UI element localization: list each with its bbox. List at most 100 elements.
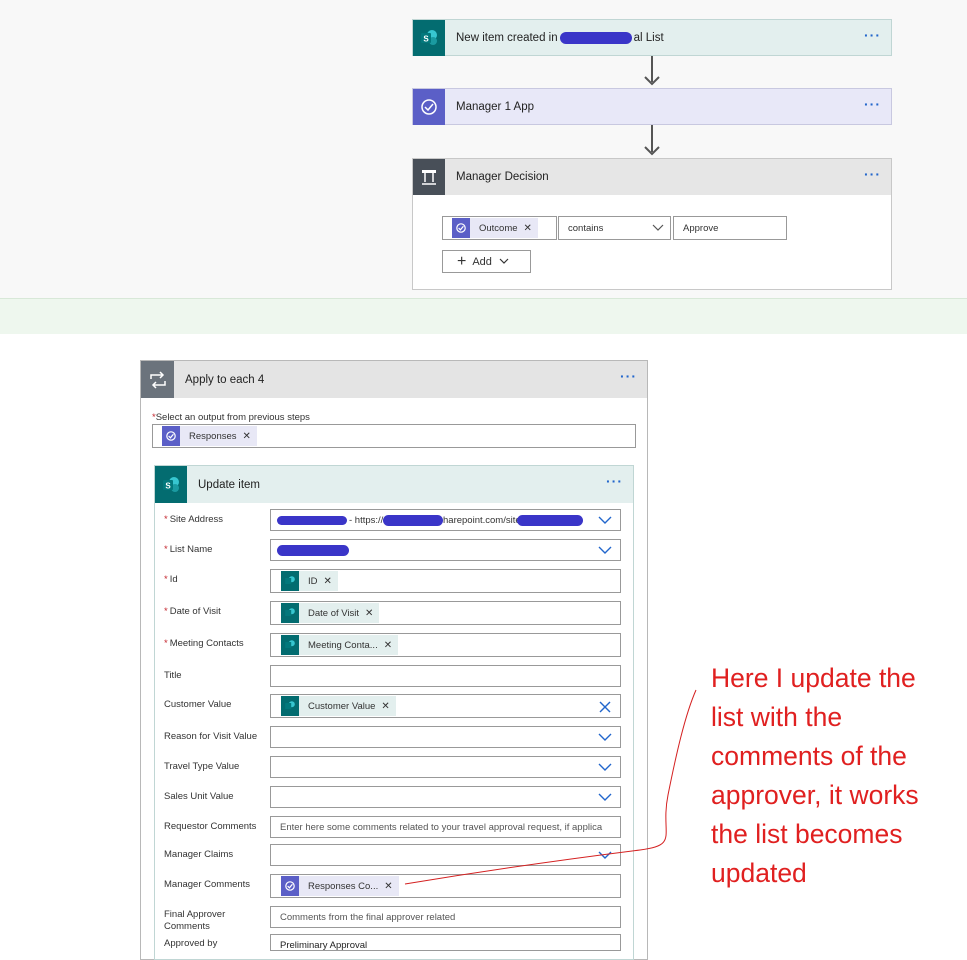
sharepoint-icon: S (413, 20, 445, 56)
operator-select[interactable]: contains (558, 216, 671, 240)
select-output-label: *Select an output from previous steps (152, 412, 310, 423)
condition-title: Manager Decision (456, 171, 549, 183)
id-input[interactable]: ID ✕ (270, 569, 621, 593)
approval-app-title: Manager 1 App (456, 101, 535, 113)
outcome-token[interactable]: Outcome ✕ (452, 218, 538, 238)
add-condition-button[interactable]: + Add (442, 250, 531, 273)
approved-by-label: Approved by (164, 938, 218, 949)
final-approver-label-line2: Comments (164, 921, 210, 932)
remove-token-icon[interactable]: ✕ (381, 701, 389, 712)
sales-unit-label: Sales Unit Value (164, 791, 234, 802)
sharepoint-icon: S (155, 466, 187, 503)
condition-icon (413, 159, 445, 195)
final-approver-comments-input[interactable]: Comments from the final approver related (270, 906, 621, 928)
list-name-label: List Name (169, 544, 213, 555)
remove-token-icon[interactable]: ✕ (384, 881, 392, 892)
approval-icon (452, 218, 470, 238)
date-of-visit-token-label: Date of Visit (308, 607, 360, 619)
approved-by-input[interactable]: Preliminary Approval (270, 934, 621, 951)
meeting-contacts-input[interactable]: Meeting Conta... ✕ (270, 633, 621, 657)
condition-value-input[interactable]: Approve (673, 216, 787, 240)
svg-text:S: S (165, 481, 171, 490)
trigger-title: New item created in (456, 32, 558, 44)
remove-token-icon[interactable]: ✕ (324, 576, 332, 587)
condition-card[interactable]: Manager Decision ··· Outcome ✕ contains … (412, 158, 892, 290)
annotation-line-6: updated (711, 858, 807, 888)
chevron-down-icon[interactable] (598, 543, 612, 557)
list-name-input[interactable] (270, 539, 621, 561)
annotation-line-3: comments of the (711, 741, 907, 771)
redaction (277, 516, 347, 525)
branch-band (0, 298, 967, 334)
site-address-text: - https:// (349, 515, 384, 526)
condition-token-field[interactable]: Outcome ✕ (442, 216, 557, 240)
responses-comments-token-label: Responses Co... (308, 880, 379, 892)
annotation-text: Here I update the list with the comments… (711, 659, 961, 893)
approval-icon (413, 89, 445, 125)
responses-token-label: Responses (189, 430, 237, 442)
annotation-line (404, 689, 697, 885)
remove-token-icon[interactable]: ✕ (524, 223, 532, 234)
operator-value: contains (568, 223, 604, 234)
date-of-visit-input[interactable]: Date of Visit ✕ (270, 601, 621, 625)
customer-value-label: Customer Value (164, 699, 232, 710)
more-options-icon[interactable]: ··· (864, 97, 881, 111)
chevron-down-icon[interactable] (598, 513, 612, 527)
date-of-visit-token[interactable]: Date of Visit ✕ (281, 603, 380, 623)
remove-token-icon[interactable]: ✕ (365, 608, 373, 619)
meeting-contacts-token[interactable]: Meeting Conta... ✕ (281, 635, 399, 655)
responses-token[interactable]: Responses ✕ (162, 426, 257, 446)
more-options-icon[interactable]: ··· (864, 28, 881, 42)
sharepoint-icon (281, 696, 299, 716)
arrow-head-icon (644, 76, 660, 86)
annotation-line-1: Here I update the (711, 663, 916, 693)
chevron-down-icon (652, 224, 664, 231)
condition-value: Approve (683, 223, 719, 234)
trigger-title-redaction (559, 32, 632, 44)
title-label: Title (164, 670, 182, 681)
reason-for-visit-label: Reason for Visit Value (164, 731, 258, 742)
approved-by-value: Preliminary Approval (280, 940, 368, 951)
redaction (517, 515, 583, 526)
id-token[interactable]: ID ✕ (281, 571, 338, 591)
outcome-token-label: Outcome (479, 222, 518, 234)
site-address-input[interactable]: - https:// harepoint.com/sites (270, 509, 621, 531)
approval-icon (162, 426, 180, 446)
final-approver-placeholder: Comments from the final approver related (280, 912, 456, 923)
meeting-contacts-token-label: Meeting Conta... (308, 639, 378, 651)
id-label: Id (169, 574, 178, 585)
manager-claims-label: Manager Claims (164, 849, 234, 860)
add-condition-label: Add (472, 255, 492, 268)
customer-value-token-label: Customer Value (308, 700, 376, 712)
title-input[interactable] (270, 665, 621, 687)
redaction (383, 515, 443, 526)
date-of-visit-label: Date of Visit (169, 606, 221, 617)
site-address-label: Site Address (169, 514, 224, 525)
site-address-mid: harepoint.com/sites (443, 515, 526, 526)
chevron-down-icon (499, 258, 509, 264)
trigger-title-suffix: al List (633, 32, 664, 44)
annotation-line-5: the list becomes (711, 819, 903, 849)
sharepoint-icon (281, 635, 299, 655)
id-token-label: ID (308, 575, 318, 587)
more-options-icon[interactable]: ··· (606, 474, 623, 488)
remove-token-icon[interactable]: ✕ (384, 640, 392, 651)
more-options-icon[interactable]: ··· (620, 369, 637, 383)
more-options-icon[interactable]: ··· (864, 167, 881, 181)
apply-to-each-title: Apply to each 4 (185, 373, 265, 386)
responses-comments-token[interactable]: Responses Co... ✕ (281, 876, 399, 896)
select-output-field[interactable]: Responses ✕ (152, 424, 636, 448)
sharepoint-icon (281, 571, 299, 591)
update-item-title: Update item (198, 478, 261, 491)
approval-app-card[interactable]: Manager 1 App ··· (412, 88, 892, 125)
trigger-card[interactable]: S New item created in al List ··· (412, 19, 892, 56)
meeting-contacts-label: Meeting Contacts (169, 638, 244, 649)
plus-icon: + (457, 252, 467, 270)
requestor-comments-label: Requestor Comments (164, 821, 257, 832)
manager-comments-label: Manager Comments (164, 879, 251, 890)
final-approver-label-line1: Final Approver (164, 909, 226, 920)
sharepoint-icon (281, 603, 299, 623)
remove-token-icon[interactable]: ✕ (243, 431, 251, 442)
arrow-head-icon (644, 146, 660, 156)
customer-value-token[interactable]: Customer Value ✕ (281, 696, 396, 716)
